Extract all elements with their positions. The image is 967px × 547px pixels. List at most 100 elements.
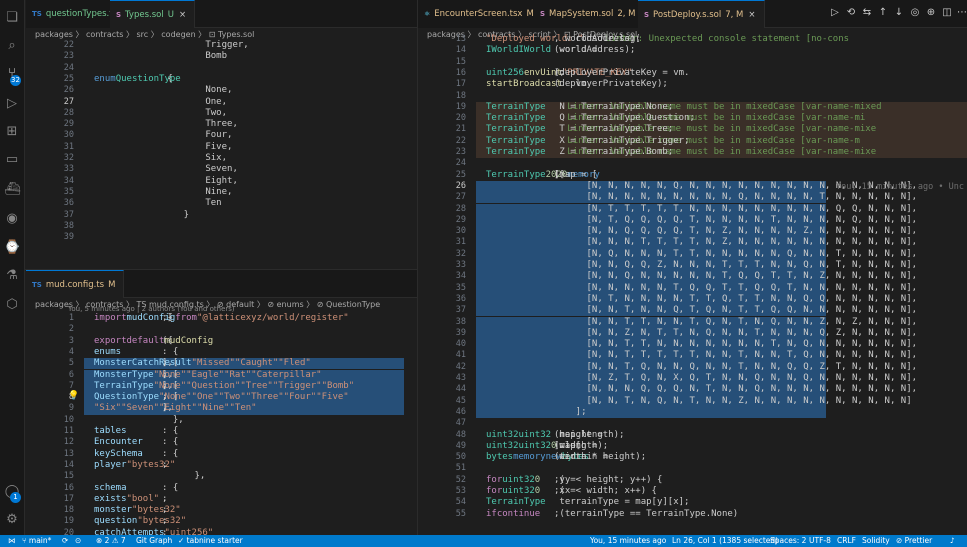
- code-line[interactable]: 38 [N, N, T, T, N, N, T, Q, N, T, N, Q, …: [418, 317, 967, 328]
- remote-explorer-icon[interactable]: ▭: [4, 152, 20, 168]
- code-line[interactable]: 11 tables: {: [26, 426, 417, 437]
- code-line[interactable]: 35 [N, N, N, N, N, T, Q, Q, T, T, Q, Q, …: [418, 283, 967, 294]
- code-line[interactable]: 2: [26, 324, 417, 335]
- previous-change-icon[interactable]: ↑: [876, 6, 890, 20]
- code-line[interactable]: 25 TerrainType[20][20] memory map = [: [418, 170, 967, 181]
- code-line[interactable]: 23 Bomb: [26, 51, 417, 62]
- code-line[interactable]: 51: [418, 463, 967, 474]
- more-actions-icon[interactable]: ⋯: [955, 6, 967, 20]
- settings-gear-icon[interactable]: ⚙: [4, 512, 20, 528]
- close-tab-icon[interactable]: ×: [179, 10, 186, 20]
- code-line[interactable]: 31 Five,: [26, 142, 417, 153]
- code-line[interactable]: 19 question: "bytes32",: [26, 516, 417, 527]
- code-line[interactable]: 37 }: [26, 210, 417, 221]
- code-line[interactable]: 27 [N, N, N, N, N, N, N, N, N, Q, N, N, …: [418, 192, 967, 203]
- tab-encounterscreen-tsx[interactable]: ⚛ EncounterScreen.tsx M: [418, 0, 543, 28]
- code-line[interactable]: 4 enums: {: [26, 347, 417, 358]
- language-mode[interactable]: Solidity: [862, 535, 890, 547]
- code-line[interactable]: 17 vm. startBroadcast (deployerPrivateKey)…: [418, 79, 967, 90]
- code-line[interactable]: 46 ];: [418, 407, 967, 418]
- code-line[interactable]: 44 [N, N, N, Q, Q, Q, N, T, N, N, Q, N, …: [418, 384, 967, 395]
- code-line[interactable]: 5 MonsterCatchResult: ["Missed", "Caught…: [26, 358, 417, 369]
- code-line[interactable]: 43 [N, Z, T, Q, N, X, Q, T, N, N, Q, N, …: [418, 373, 967, 384]
- run-debug-icon[interactable]: ▷: [4, 96, 20, 112]
- problems-indicator[interactable]: ⊗ 2 ⚠ 7: [96, 535, 126, 547]
- code-line[interactable]: 7 TerrainType: ["None", "Question", "Tre…: [26, 381, 417, 392]
- code-line[interactable]: 20 TerrainType Q = TerrainType.Question;…: [418, 113, 967, 124]
- toggle-icon[interactable]: ◎: [908, 6, 922, 20]
- code-line[interactable]: 18 monster: "bytes32",: [26, 505, 417, 516]
- code-line[interactable]: 16 schema: {: [26, 483, 417, 494]
- close-tab-icon[interactable]: ×: [748, 10, 755, 20]
- code-line[interactable]: 38: [26, 221, 417, 232]
- code-line[interactable]: 35 Nine,: [26, 187, 417, 198]
- run-icon[interactable]: ▷: [828, 6, 842, 20]
- tab-mapsystem-sol[interactable]: S MapSystem.sol 2, M: [534, 0, 645, 28]
- timeline-icon[interactable]: ⌚: [4, 240, 20, 256]
- code-line[interactable]: 12 Encounter: {: [26, 437, 417, 448]
- blame-codelens[interactable]: You, 5 minutes ago | 2 authors (You and …: [68, 305, 235, 313]
- code-line[interactable]: 24: [418, 158, 967, 169]
- explorer-icon[interactable]: ❏: [4, 10, 20, 26]
- git-graph-button[interactable]: Git Graph: [136, 535, 172, 547]
- code-line[interactable]: 50 bytes memory terrain = new bytes (widt…: [418, 452, 967, 463]
- code-line[interactable]: 28 [N, T, T, T, T, T, N, N, N, N, N, N, …: [418, 204, 967, 215]
- code-line[interactable]: 31 [N, N, N, T, T, T, T, N, Z, N, N, N, …: [418, 237, 967, 248]
- code-line[interactable]: 54 TerrainType terrainType = map[y][x];: [418, 497, 967, 508]
- code-line[interactable]: 14 player: "bytes32",: [26, 460, 417, 471]
- split-editor-icon[interactable]: ◫: [940, 6, 954, 20]
- code-line[interactable]: 37 [N, N, T, N, N, Q, T, Q, N, T, T, Q, …: [418, 305, 967, 316]
- tab-types-sol[interactable]: S Types.sol U ×: [110, 0, 196, 28]
- code-line[interactable]: 1 import { mudConfig } from "@latticexyz/…: [26, 313, 417, 324]
- code-line[interactable]: 17 exists: "bool",: [26, 494, 417, 505]
- prettier-status[interactable]: ⊘ Prettier: [896, 535, 932, 547]
- code-line[interactable]: 52 for (uint32 y = 0; y < height; y++) {: [418, 475, 967, 486]
- encoding[interactable]: UTF-8: [809, 535, 831, 547]
- code-line[interactable]: 15: [418, 57, 967, 68]
- code-line[interactable]: 41 [N, N, T, T, T, T, T, N, N, T, N, N, …: [418, 350, 967, 361]
- line-ending[interactable]: CRLF: [837, 535, 856, 547]
- github-icon[interactable]: ◉: [4, 211, 20, 227]
- cursor-position[interactable]: Ln 26, Col 1 (1385 selected): [672, 535, 778, 547]
- code-line[interactable]: 49 uint32 width = uint32 (map[0].length);: [418, 441, 967, 452]
- code-line[interactable]: 16 uint256 deployerPrivateKey = vm. envUi…: [418, 68, 967, 79]
- branch-indicator[interactable]: ⑂ main*: [22, 535, 51, 547]
- hexagon-icon[interactable]: ⬡: [4, 297, 20, 313]
- code-line[interactable]: 39: [26, 232, 417, 243]
- code-line[interactable]: 14 IWorld world = IWorld (worldAddress);: [418, 45, 967, 56]
- extensions-icon[interactable]: ⊞: [4, 124, 20, 140]
- tab-mud-config-ts[interactable]: TS mud.config.ts M: [26, 270, 125, 298]
- remote-indicator-icon[interactable]: ⋈: [8, 535, 16, 547]
- code-line[interactable]: 29 [N, T, Q, Q, Q, Q, T, N, N, N, N, T, …: [418, 215, 967, 226]
- testing-icon[interactable]: ⚗: [4, 268, 20, 284]
- code-line[interactable]: 34 Eight,: [26, 176, 417, 187]
- next-change-icon[interactable]: ↓: [892, 6, 906, 20]
- code-line[interactable]: 13 keySchema: {: [26, 449, 417, 460]
- code-area[interactable]: 22 Trigger, 23 Bomb 24 25 enum QuestionType…: [26, 40, 417, 269]
- code-line[interactable]: 28 Two,: [26, 108, 417, 119]
- code-line[interactable]: 25 enum QuestionType {: [26, 74, 417, 85]
- tabnine-status[interactable]: ✓ tabnine starter: [178, 535, 243, 547]
- code-line[interactable]: 53 for (uint32 x = 0; x < width; x++) {: [418, 486, 967, 497]
- code-line[interactable]: 33 Seven,: [26, 164, 417, 175]
- docker-icon[interactable]: ⛴: [4, 182, 21, 198]
- code-line[interactable]: 18: [418, 91, 967, 102]
- code-line[interactable]: 48 uint32 height = uint32 (map.length);: [418, 430, 967, 441]
- code-area[interactable]: 13 console.log("Deployed world: ", world…: [418, 34, 967, 535]
- code-line[interactable]: 22 TerrainType X = TerrainType.Trigger; …: [418, 136, 967, 147]
- code-line[interactable]: 47: [418, 418, 967, 429]
- publish-icon[interactable]: ⊙: [75, 535, 81, 547]
- code-line[interactable]: 36 Ten: [26, 198, 417, 209]
- code-line[interactable]: 9 "Six", "Seven", "Eight", "Nine", "Ten"…: [26, 403, 417, 414]
- code-area[interactable]: 1 import { mudConfig } from "@latticexyz/…: [26, 313, 417, 535]
- code-line[interactable]: 6 MonsterType: ["None", "Eagle", "Rat", …: [26, 370, 417, 381]
- code-line[interactable]: 45 [N, N, T, N, Q, N, T, N, N, Z, N, N, …: [418, 396, 967, 407]
- code-line[interactable]: 33 [N, N, Q, Q, Z, N, N, N, T, T, T, N, …: [418, 260, 967, 271]
- code-line[interactable]: 40 [N, N, T, T, N, N, N, N, N, N, N, T, …: [418, 339, 967, 350]
- code-line[interactable]: 42 [N, N, T, Q, N, N, Q, N, N, T, N, N, …: [418, 362, 967, 373]
- code-line[interactable]: 22 Trigger,: [26, 40, 417, 51]
- code-line[interactable]: 29 Three,: [26, 119, 417, 130]
- code-line[interactable]: 24: [26, 63, 417, 74]
- code-line[interactable]: 10 },: [26, 415, 417, 426]
- code-line[interactable]: 36 [N, T, N, N, N, N, T, T, Q, T, T, N, …: [418, 294, 967, 305]
